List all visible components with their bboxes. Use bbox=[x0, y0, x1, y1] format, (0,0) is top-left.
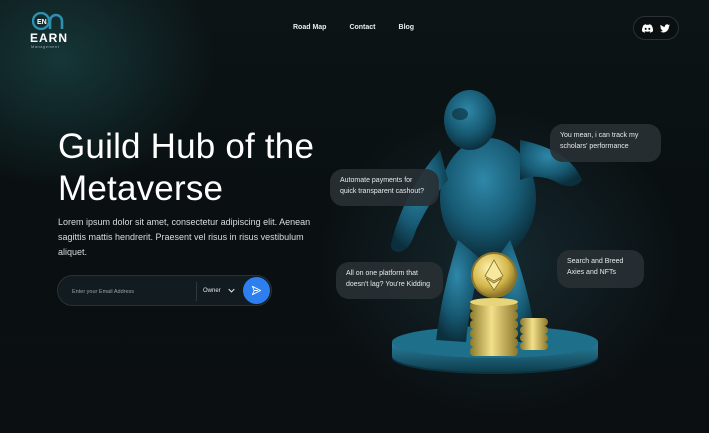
role-select-value: Owner bbox=[203, 287, 221, 294]
twitter-icon[interactable] bbox=[659, 22, 671, 34]
form-divider bbox=[196, 282, 197, 301]
nav-item-contact[interactable]: Contact bbox=[349, 24, 375, 31]
svg-text:EN: EN bbox=[37, 19, 47, 26]
submit-button[interactable] bbox=[243, 277, 270, 304]
send-icon bbox=[251, 285, 262, 296]
main-nav: Road Map Contact Blog bbox=[293, 24, 414, 31]
coin-stack bbox=[470, 252, 548, 356]
hero-description: Lorem ipsum dolor sit amet, consectetur … bbox=[58, 217, 311, 257]
logo-mark-icon: EN bbox=[32, 12, 64, 30]
nav-item-road-map[interactable]: Road Map bbox=[293, 24, 326, 31]
email-input[interactable] bbox=[70, 282, 192, 301]
hero-title: Guild Hub of the Metaverse bbox=[58, 127, 315, 208]
role-select[interactable]: Owner bbox=[203, 276, 235, 305]
bubble-automate-payments: Automate payments for quick transparent … bbox=[330, 169, 439, 206]
discord-icon[interactable] bbox=[641, 22, 653, 34]
bubble-track-performance: You mean, i can track my scholars' perfo… bbox=[550, 124, 661, 162]
nav-item-blog[interactable]: Blog bbox=[399, 24, 415, 31]
bubble-one-platform: All on one platform that doesn't lag? Yo… bbox=[336, 262, 443, 299]
bubble-search-breed: Search and Breed Axies and NFTs bbox=[557, 250, 644, 288]
social-links bbox=[633, 16, 679, 40]
chevron-down-icon bbox=[228, 288, 235, 293]
brand-tagline: Management bbox=[31, 44, 60, 49]
signup-form: Owner bbox=[57, 275, 272, 306]
brand-logo[interactable]: EN EARN Management bbox=[30, 12, 70, 49]
brand-name: EARN bbox=[30, 31, 69, 45]
